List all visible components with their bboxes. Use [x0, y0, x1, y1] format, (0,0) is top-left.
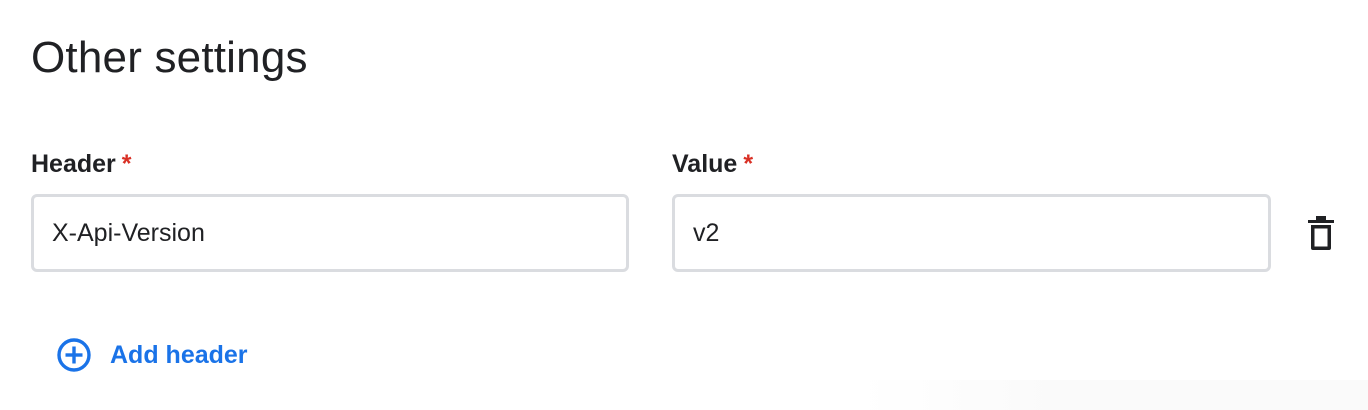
- add-header-label: Add header: [110, 341, 248, 369]
- header-name-input[interactable]: [31, 194, 629, 272]
- value-required-mark: *: [743, 150, 754, 178]
- value-field-label: Value *: [672, 146, 753, 182]
- header-required-mark: *: [121, 150, 132, 178]
- section-title: Other settings: [31, 33, 308, 82]
- add-circle-icon: [56, 337, 92, 373]
- add-header-button[interactable]: Add header: [52, 330, 256, 380]
- delete-header-button[interactable]: [1298, 210, 1344, 256]
- other-settings-panel: Other settings Header* Value* Add header: [0, 0, 1368, 410]
- header-label-text: Header: [31, 150, 116, 178]
- value-label-text: Value: [672, 150, 738, 178]
- header-field-label: Header *: [31, 146, 132, 182]
- bottom-fade: [860, 380, 1368, 410]
- trash-icon: [1307, 216, 1335, 250]
- header-value-input[interactable]: [672, 194, 1271, 272]
